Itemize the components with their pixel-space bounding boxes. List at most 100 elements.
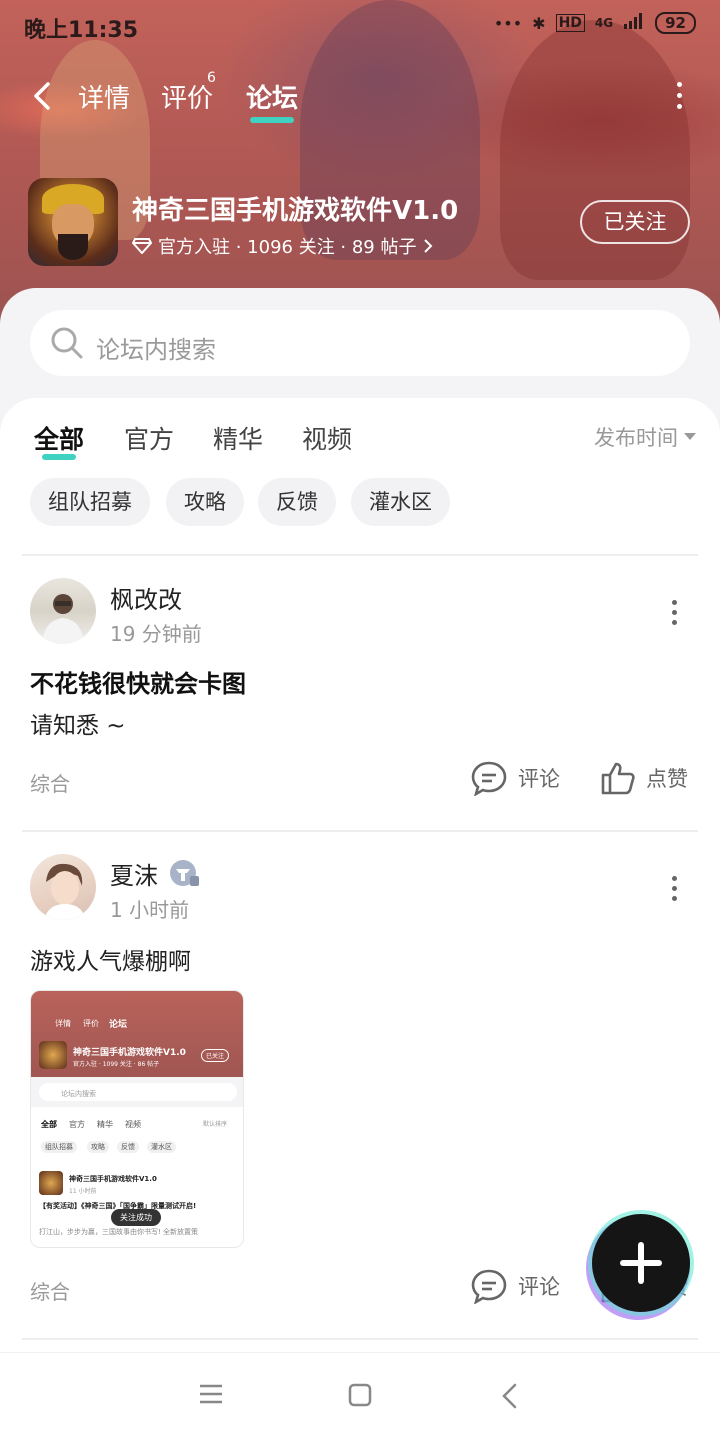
app-meta-text: 官方入驻 · 1096 关注 · 89 帖子 — [158, 237, 417, 258]
username[interactable]: 夏沫 — [110, 856, 158, 891]
thumb-tab: 论坛 — [109, 1020, 128, 1030]
new-post-button[interactable] — [592, 1214, 690, 1312]
thumb-filter: 全部 — [41, 1120, 57, 1129]
thumb-filter: 视频 — [125, 1120, 141, 1129]
reviews-count-badge: 6 — [207, 70, 216, 86]
comment-icon — [471, 761, 507, 796]
post-body: 游戏人气爆棚啊 — [30, 949, 191, 975]
thumb-post-body: 打江山，步步为赢，三国故事由你书写! 全新放置策 — [39, 1228, 199, 1236]
like-label: 点赞 — [646, 767, 688, 791]
thumb-app-icon — [39, 1041, 67, 1069]
top-nav: 详情 评价 6 论坛 — [0, 62, 720, 128]
thumb-post-avatar — [39, 1171, 63, 1195]
post-title: 不花钱很快就会卡图 — [30, 670, 246, 698]
app-icon[interactable] — [28, 178, 118, 266]
thumb-post-time: 11 小时前 — [69, 1188, 97, 1195]
thumb-toast: 关注成功 — [111, 1209, 161, 1226]
search-placeholder: 论坛内搜索 — [96, 336, 216, 364]
tab-reviews[interactable]: 评价 — [161, 78, 213, 115]
post-panel: 全部 官方 精华 视频 发布时间 组队招募 攻略 反馈 灌水区 枫改改 19 分… — [0, 398, 720, 1352]
caret-down-icon — [684, 433, 696, 440]
search-input[interactable]: 论坛内搜索 — [30, 310, 690, 376]
sort-label: 发布时间 — [594, 426, 678, 450]
comment-label: 评论 — [518, 1275, 560, 1299]
signal-dots-icon: ••• — [493, 13, 523, 33]
comment-icon — [471, 1269, 507, 1304]
thumb-search-text: 论坛内搜索 — [61, 1090, 96, 1098]
back-arrow-icon — [502, 1383, 517, 1409]
thumb-follow: 已关注 — [201, 1049, 230, 1062]
post-more-button[interactable] — [672, 600, 678, 630]
post-category: 综合 — [30, 1280, 70, 1304]
username[interactable]: 枫改改 — [110, 580, 182, 615]
thumb-post-user: 神奇三国手机游戏软件V1.0 — [69, 1175, 157, 1183]
system-back-button[interactable] — [500, 1383, 520, 1413]
follow-button[interactable]: 已关注 — [580, 200, 690, 244]
chip-guide[interactable]: 攻略 — [166, 478, 244, 526]
thumb-title: 神奇三国手机游戏软件V1.0 — [73, 1048, 186, 1058]
filter-tab-official[interactable]: 官方 — [124, 420, 174, 456]
hd-icon: HD — [555, 14, 585, 32]
home-button[interactable] — [348, 1383, 372, 1411]
thumb-chip: 组队招募 — [41, 1141, 77, 1153]
chip-chat[interactable]: 灌水区 — [351, 478, 450, 526]
home-square-icon — [348, 1383, 372, 1407]
tab-details[interactable]: 详情 — [78, 78, 130, 115]
thumb-chip: 攻略 — [87, 1141, 109, 1153]
plus-icon — [620, 1242, 662, 1284]
thumb-filter: 精华 — [97, 1120, 113, 1129]
post-item[interactable]: 枫改改 19 分钟前 不花钱很快就会卡图 请知悉 ~ 综合 评论 点赞 — [0, 556, 720, 830]
user-badge-icon — [168, 858, 200, 892]
post-time: 1 小时前 — [110, 898, 190, 922]
post-category: 综合 — [30, 772, 70, 796]
post-more-button[interactable] — [672, 876, 678, 906]
comment-label: 评论 — [518, 767, 560, 791]
signal-icon — [623, 12, 645, 34]
thumb-tab: 详情 — [55, 1019, 71, 1028]
thumbs-up-icon — [601, 762, 635, 795]
thumb-tab: 评价 — [83, 1019, 99, 1028]
back-button[interactable] — [26, 76, 62, 116]
tab-forum[interactable]: 论坛 — [246, 78, 299, 123]
post-body: 请知悉 ~ — [30, 713, 126, 739]
menu-button[interactable] — [198, 1383, 224, 1409]
avatar[interactable] — [30, 854, 96, 920]
divider — [22, 1338, 698, 1340]
menu-icon — [200, 1384, 222, 1404]
system-nav-bar — [0, 1352, 720, 1440]
sort-dropdown[interactable]: 发布时间 — [594, 422, 696, 452]
network-label: 4G — [594, 16, 614, 30]
active-filter-indicator — [42, 454, 77, 460]
post-image[interactable]: 详情 评价 论坛 神奇三国手机游戏软件V1.0 官方入驻 · 1099 关注 ·… — [30, 990, 244, 1248]
bluetooth-icon: ✱ — [532, 13, 546, 33]
tab-forum-label: 论坛 — [246, 84, 299, 114]
comment-button[interactable]: 评论 — [470, 1268, 560, 1304]
like-button[interactable]: 点赞 — [600, 760, 688, 796]
avatar-photo — [42, 594, 84, 644]
app-info: 神奇三国手机游戏软件V1.0 官方入驻 · 1096 关注 · 89 帖子 已关… — [28, 178, 708, 268]
thumb-meta: 官方入驻 · 1099 关注 · 86 帖子 — [73, 1061, 160, 1068]
thumb-filter: 官方 — [69, 1120, 85, 1129]
forum-sheet: 论坛内搜索 全部 官方 精华 视频 发布时间 组队招募 攻略 反馈 灌水区 枫改… — [0, 288, 720, 1352]
filter-tab-all-label: 全部 — [34, 425, 85, 454]
filter-tab-all[interactable]: 全部 — [34, 420, 85, 460]
app-title: 神奇三国手机游戏软件V1.0 — [132, 196, 459, 226]
search-icon — [51, 327, 83, 359]
more-menu-button[interactable] — [674, 82, 684, 112]
chip-feedback[interactable]: 反馈 — [258, 478, 336, 526]
status-bar: 晚上11:35 ••• ✱ HD 4G 92 — [0, 0, 720, 52]
avatar-photo — [44, 863, 86, 920]
active-tab-indicator — [250, 117, 295, 123]
chevron-left-icon — [34, 82, 50, 110]
thumb-sort: 默认排序 — [203, 1121, 228, 1128]
thumb-chip: 反馈 — [117, 1141, 139, 1153]
app-meta[interactable]: 官方入驻 · 1096 关注 · 89 帖子 — [132, 233, 433, 259]
filter-tab-video[interactable]: 视频 — [302, 420, 352, 456]
filter-tab-featured[interactable]: 精华 — [213, 420, 263, 456]
chip-team-recruit[interactable]: 组队招募 — [30, 478, 150, 526]
battery-indicator: 92 — [655, 12, 696, 34]
comment-button[interactable]: 评论 — [470, 760, 560, 796]
chevron-right-icon — [423, 239, 432, 253]
avatar[interactable] — [30, 578, 96, 644]
diamond-icon — [132, 238, 152, 254]
